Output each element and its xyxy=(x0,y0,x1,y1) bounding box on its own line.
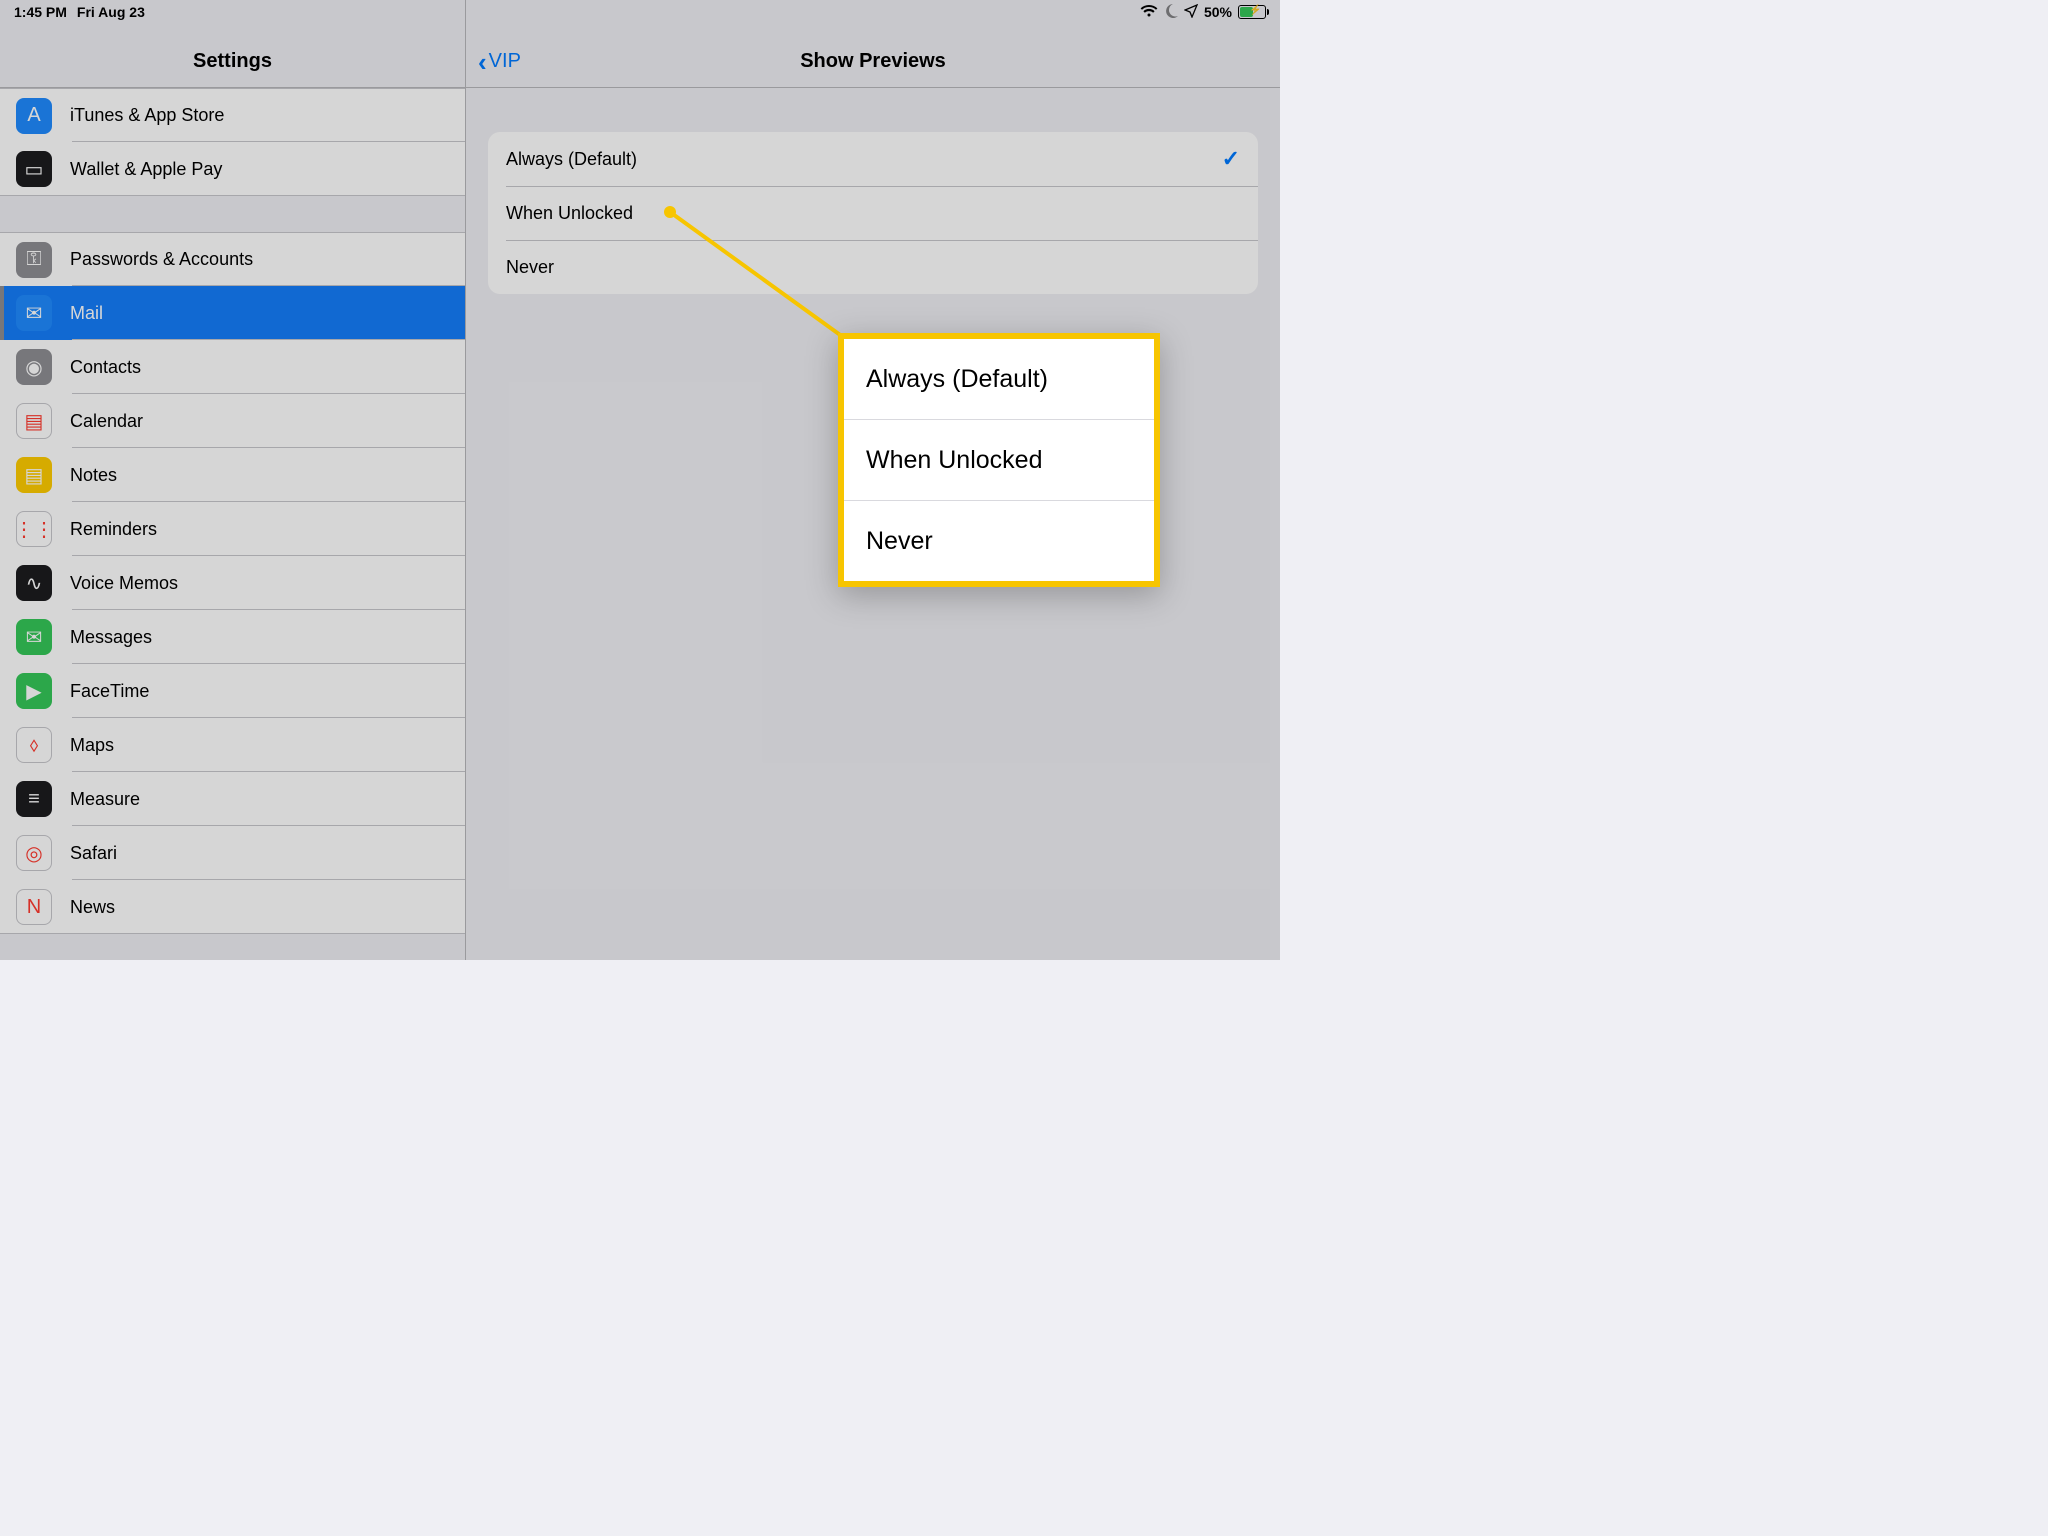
voicememos-icon: ∿ xyxy=(16,565,52,601)
sidebar-item-contacts[interactable]: ◉ Contacts xyxy=(0,340,465,394)
key-icon: ⚿ xyxy=(16,242,52,278)
contacts-icon: ◉ xyxy=(16,349,52,385)
dnd-moon-icon xyxy=(1164,4,1178,21)
sidebar-item-itunes[interactable]: AiTunes & App Store xyxy=(0,88,465,142)
sidebar-item-voicememos[interactable]: ∿ Voice Memos xyxy=(0,556,465,610)
appstore-icon: A xyxy=(16,98,52,134)
sidebar-item-label: FaceTime xyxy=(70,681,149,702)
callout-item: Always (Default) xyxy=(844,339,1154,419)
sidebar-item-label: Messages xyxy=(70,627,152,648)
sidebar-item-label: Measure xyxy=(70,789,140,810)
sidebar-item-label: Passwords & Accounts xyxy=(70,249,253,270)
callout-item: Never xyxy=(844,500,1154,581)
battery-icon: ⚡ xyxy=(1238,5,1266,19)
callout-item: When Unlocked xyxy=(844,419,1154,500)
settings-sidebar: Settings AiTunes & App Store▭Wallet & Ap… xyxy=(0,0,466,960)
sidebar-item-safari[interactable]: ◎ Safari xyxy=(0,826,465,880)
detail-title: Show Previews xyxy=(466,50,1280,73)
notes-icon: ▤ xyxy=(16,457,52,493)
sidebar-item-label: Maps xyxy=(70,735,114,756)
sidebar-item-label: Voice Memos xyxy=(70,573,178,594)
wallet-icon: ▭ xyxy=(16,151,52,187)
option-row[interactable]: When Unlocked xyxy=(488,186,1258,240)
facetime-icon: ▶ xyxy=(16,673,52,709)
safari-icon: ◎ xyxy=(16,835,52,871)
sidebar-item-facetime[interactable]: ▶ FaceTime xyxy=(0,664,465,718)
news-icon: N xyxy=(16,889,52,925)
mail-icon: ✉ xyxy=(16,295,52,331)
sidebar-item-label: Notes xyxy=(70,465,117,486)
callout-popup: Always (Default)When UnlockedNever xyxy=(838,333,1160,587)
checkmark-icon: ✓ xyxy=(1222,146,1240,172)
calendar-icon: ▤ xyxy=(16,403,52,439)
sidebar-item-calendar[interactable]: ▤ Calendar xyxy=(0,394,465,448)
options-table: Always (Default) ✓ When Unlocked Never xyxy=(488,132,1258,294)
wifi-icon xyxy=(1140,4,1158,21)
status-bar: 1:45 PM Fri Aug 23 50% ⚡ xyxy=(0,0,1280,24)
sidebar-item-label: iTunes & App Store xyxy=(70,105,224,126)
sidebar-item-passwords[interactable]: ⚿ Passwords & Accounts xyxy=(0,232,465,286)
sidebar-item-label: Safari xyxy=(70,843,117,864)
sidebar-item-label: Mail xyxy=(70,303,103,324)
option-row[interactable]: Never xyxy=(488,240,1258,294)
option-row[interactable]: Always (Default) ✓ xyxy=(488,132,1258,186)
option-label: Always (Default) xyxy=(506,149,637,170)
reminders-icon: ⋮⋮ xyxy=(16,511,52,547)
sidebar-item-label: News xyxy=(70,897,115,918)
sidebar-item-label: Calendar xyxy=(70,411,143,432)
sidebar-item-news[interactable]: N News xyxy=(0,880,465,934)
sidebar-item-label: Contacts xyxy=(70,357,141,378)
maps-icon: ⬨ xyxy=(16,727,52,763)
sidebar-item-label: Reminders xyxy=(70,519,157,540)
location-icon xyxy=(1184,4,1198,21)
status-time: 1:45 PM xyxy=(14,4,67,20)
sidebar-item-wallet[interactable]: ▭ Wallet & Apple Pay xyxy=(0,142,465,196)
sidebar-item-reminders[interactable]: ⋮⋮ Reminders xyxy=(0,502,465,556)
sidebar-item-maps[interactable]: ⬨ Maps xyxy=(0,718,465,772)
sidebar-item-mail[interactable]: ✉ Mail xyxy=(0,286,465,340)
messages-icon: ✉ xyxy=(16,619,52,655)
measure-icon: ≡ xyxy=(16,781,52,817)
sidebar-item-messages[interactable]: ✉ Messages xyxy=(0,610,465,664)
sidebar-item-notes[interactable]: ▤ Notes xyxy=(0,448,465,502)
sidebar-item-measure[interactable]: ≡ Measure xyxy=(0,772,465,826)
sidebar-item-label: Wallet & Apple Pay xyxy=(70,159,222,180)
battery-percent: 50% xyxy=(1204,4,1232,20)
option-label: Never xyxy=(506,257,554,278)
option-label: When Unlocked xyxy=(506,203,633,224)
status-date: Fri Aug 23 xyxy=(77,4,145,20)
